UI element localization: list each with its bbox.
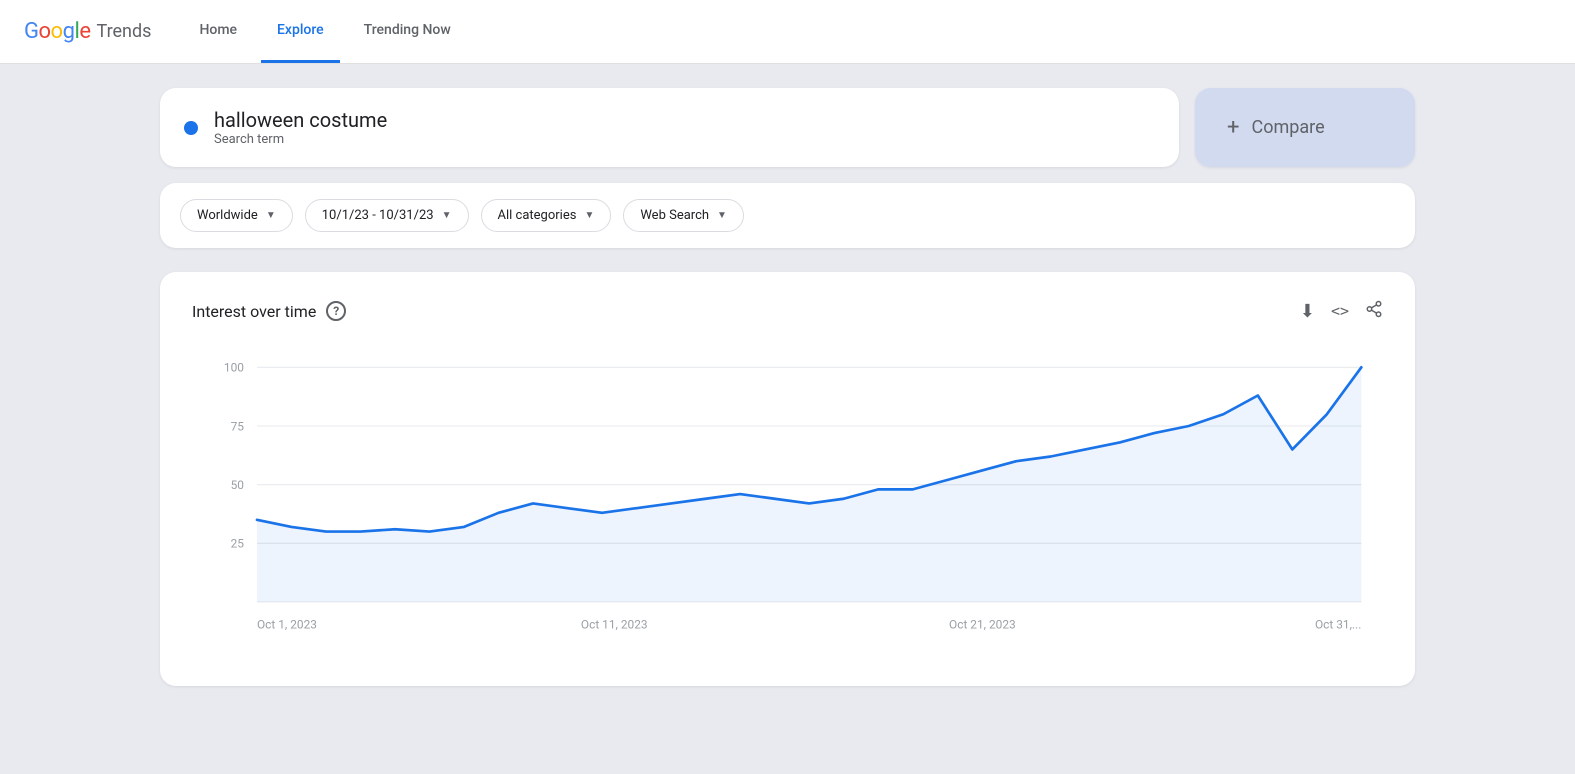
x-label-oct1: Oct 1, 2023 xyxy=(257,618,317,632)
search-compare-row: halloween costume Search term + Compare xyxy=(160,88,1415,167)
search-text-group: halloween costume Search term xyxy=(214,108,387,147)
chart-actions: ⬇ <> xyxy=(1300,300,1383,322)
chart-container: 100 75 50 25 Oct 1, 2023 Oct 11, 2023 Oc… xyxy=(192,346,1383,670)
main-nav: Home Explore Trending Now xyxy=(183,0,466,63)
filter-search-type[interactable]: Web Search ▼ xyxy=(623,199,744,232)
compare-plus-icon: + xyxy=(1227,115,1239,140)
chevron-down-icon: ▼ xyxy=(717,210,727,221)
compare-label: Compare xyxy=(1251,117,1324,138)
filter-region-label: Worldwide xyxy=(197,208,258,223)
y-label-50: 50 xyxy=(231,478,244,492)
help-icon[interactable]: ? xyxy=(326,301,346,321)
chart-title: Interest over time xyxy=(192,302,316,321)
search-term-text: halloween costume xyxy=(214,108,387,132)
search-type-label: Search term xyxy=(214,132,387,147)
filter-date-label: 10/1/23 - 10/31/23 xyxy=(322,208,434,223)
filter-row: Worldwide ▼ 10/1/23 - 10/31/23 ▼ All cat… xyxy=(160,183,1415,248)
main-content: halloween costume Search term + Compare … xyxy=(0,64,1575,774)
interest-over-time-card: Interest over time ? ⬇ <> 1 xyxy=(160,272,1415,686)
filter-category[interactable]: All categories ▼ xyxy=(481,199,612,232)
interest-chart-svg: 100 75 50 25 Oct 1, 2023 Oct 11, 2023 Oc… xyxy=(192,346,1383,666)
x-label-oct11: Oct 11, 2023 xyxy=(581,618,648,632)
chart-header: Interest over time ? ⬇ <> xyxy=(192,300,1383,322)
search-term-card: halloween costume Search term xyxy=(160,88,1179,167)
logo-google-text: Google xyxy=(24,19,90,44)
y-label-25: 25 xyxy=(231,537,245,551)
filter-date[interactable]: 10/1/23 - 10/31/23 ▼ xyxy=(305,199,469,232)
app-header: Google Trends Home Explore Trending Now xyxy=(0,0,1575,64)
filter-region[interactable]: Worldwide ▼ xyxy=(180,199,293,232)
logo-trends-text: Trends xyxy=(96,21,151,42)
chevron-down-icon: ▼ xyxy=(442,210,452,221)
chevron-down-icon: ▼ xyxy=(266,210,276,221)
download-icon[interactable]: ⬇ xyxy=(1300,301,1315,322)
embed-icon[interactable]: <> xyxy=(1331,302,1349,320)
filter-search-type-label: Web Search xyxy=(640,208,709,223)
chart-title-row: Interest over time ? xyxy=(192,301,346,321)
filter-category-label: All categories xyxy=(498,208,577,223)
share-icon[interactable] xyxy=(1365,300,1383,322)
compare-card[interactable]: + Compare xyxy=(1195,88,1415,167)
nav-home[interactable]: Home xyxy=(183,0,253,63)
y-label-100: 100 xyxy=(224,361,244,375)
y-label-75: 75 xyxy=(231,419,245,433)
nav-trending-now[interactable]: Trending Now xyxy=(348,0,467,63)
google-trends-logo[interactable]: Google Trends xyxy=(24,19,151,44)
search-dot-indicator xyxy=(184,121,198,135)
x-label-oct31: Oct 31,... xyxy=(1315,618,1361,632)
nav-explore[interactable]: Explore xyxy=(261,0,340,63)
chevron-down-icon: ▼ xyxy=(584,210,594,221)
x-label-oct21: Oct 21, 2023 xyxy=(949,618,1016,632)
